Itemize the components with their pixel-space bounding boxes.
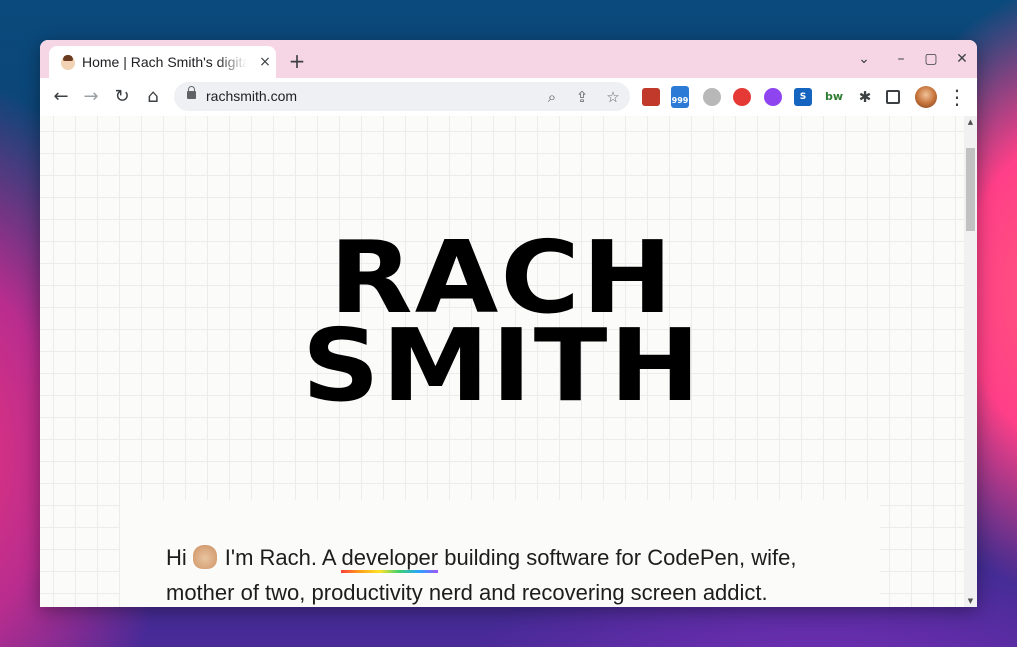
hero-title: RACH SMITH: [40, 228, 964, 424]
waving-hand-icon: [192, 545, 217, 569]
tab-close-icon[interactable]: ×: [256, 53, 274, 71]
reload-button[interactable]: ↻: [109, 84, 135, 110]
minimize-button[interactable]: –: [891, 49, 911, 69]
intro-card: Hi I'm Rach. A developer building softwar…: [120, 500, 880, 607]
maximize-button[interactable]: ▢: [921, 49, 941, 69]
browser-window: Home | Rach Smith's digital garden × + ⌄…: [40, 40, 977, 607]
bw-extension-icon[interactable]: bw: [825, 88, 843, 106]
forward-button[interactable]: →: [78, 84, 104, 110]
book-extension-icon[interactable]: [642, 88, 660, 106]
share-icon[interactable]: ⇪: [571, 86, 593, 108]
lock-icon: [187, 86, 196, 99]
page-content: RACH SMITH Hi I'm Rach. A developer build…: [40, 116, 964, 607]
circle-extension-icon[interactable]: [703, 88, 721, 106]
tab-search-button[interactable]: ⌄: [854, 49, 874, 69]
side-panel-icon[interactable]: [886, 90, 900, 104]
puzzle-extensions-icon[interactable]: ✱: [856, 88, 874, 106]
back-button[interactable]: ←: [48, 84, 74, 110]
home-button[interactable]: ⌂: [140, 84, 166, 110]
url-text[interactable]: rachsmith.com: [206, 88, 297, 104]
vertical-scrollbar[interactable]: ▲ ▼: [964, 116, 977, 607]
s-extension-icon[interactable]: S: [794, 88, 812, 106]
tab-home[interactable]: Home | Rach Smith's digital garden ×: [49, 46, 276, 78]
new-tab-button[interactable]: +: [287, 51, 307, 71]
browser-toolbar: ← → ↻ ⌂ rachsmith.com ⌕ ⇪ ☆ 999 S bw ✱ ⋮: [40, 78, 977, 116]
scroll-thumb[interactable]: [966, 148, 975, 231]
developer-link[interactable]: developer: [341, 545, 439, 573]
hero-line-2: SMITH: [301, 307, 703, 424]
intro-paragraph: Hi I'm Rach. A developer building softwar…: [166, 540, 856, 607]
intro-before-link: I'm Rach. A: [224, 545, 342, 570]
menu-button[interactable]: ⋮: [944, 84, 970, 110]
tab-strip: Home | Rach Smith's digital garden × + ⌄…: [40, 40, 977, 78]
rach-avatar-icon: [61, 55, 75, 70]
zoom-icon[interactable]: ⌕: [541, 86, 563, 108]
intro-hi: Hi: [166, 545, 187, 570]
tab-title: Home | Rach Smith's digital garden: [82, 54, 247, 70]
counter-extension-icon[interactable]: 999: [671, 86, 689, 108]
scroll-down-icon[interactable]: ▼: [964, 595, 977, 607]
scroll-up-icon[interactable]: ▲: [964, 116, 977, 128]
bookmark-star-icon[interactable]: ☆: [602, 86, 624, 108]
profile-avatar[interactable]: [915, 86, 937, 108]
purple-extension-icon[interactable]: [764, 88, 782, 106]
address-bar[interactable]: rachsmith.com ⌕ ⇪ ☆: [174, 82, 630, 111]
close-window-button[interactable]: ✕: [952, 49, 972, 69]
red-extension-icon[interactable]: [733, 88, 751, 106]
